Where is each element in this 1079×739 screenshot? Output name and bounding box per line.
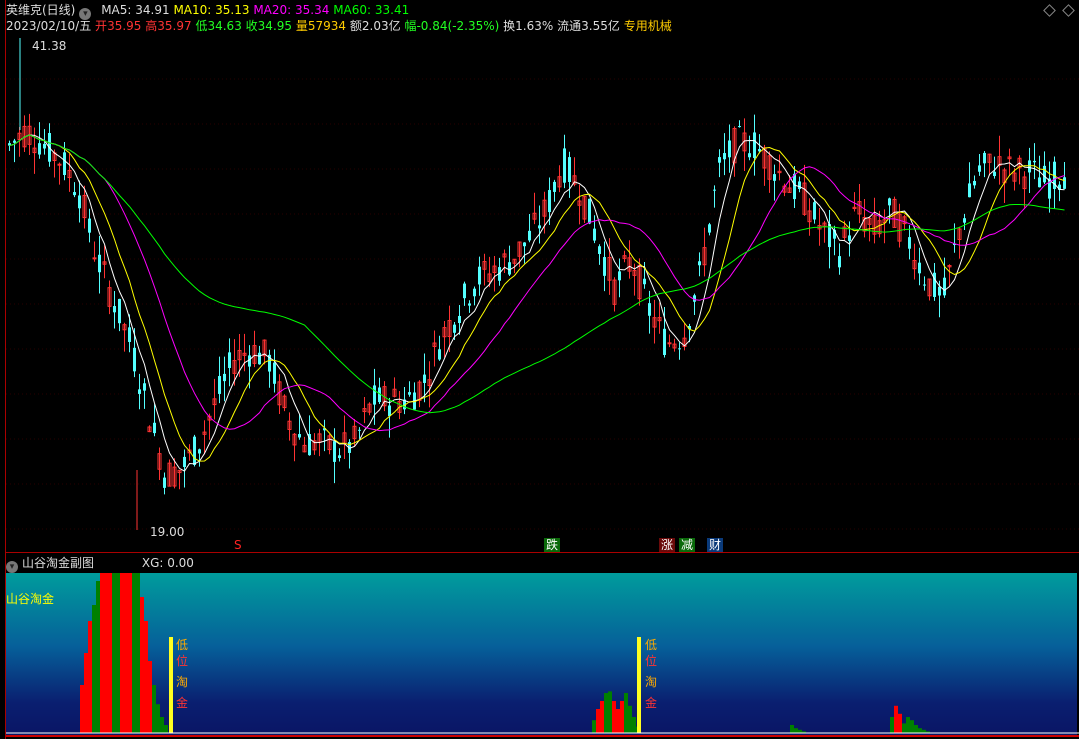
signal-text-2: 低位淘金: [645, 637, 657, 711]
histogram-bar: [608, 691, 612, 733]
histogram-bar: [120, 573, 124, 733]
histogram-bar: [100, 573, 104, 733]
signal-char: 淘: [645, 675, 658, 689]
histogram-bar: [136, 573, 140, 733]
histogram-bar: [92, 605, 96, 733]
histogram-bar: [890, 717, 894, 733]
histogram-bar: [160, 717, 164, 733]
histogram-bar: [596, 709, 600, 733]
signal-char: 低: [176, 638, 189, 652]
signal-char: 位: [645, 654, 658, 668]
histogram-bar: [910, 720, 914, 733]
histogram-bar: [108, 573, 112, 733]
signal-char: 金: [645, 696, 658, 710]
histogram-bar: [84, 653, 88, 733]
histogram-bar: [124, 573, 128, 733]
histogram-bar: [628, 705, 632, 733]
histogram-bar: [132, 573, 136, 733]
histogram-bar: [620, 701, 624, 733]
histogram-bar: [616, 709, 620, 733]
histogram-bar: [88, 621, 92, 733]
histogram-bar: [898, 713, 902, 733]
histogram-bar: [612, 701, 616, 733]
histogram-bar: [632, 717, 636, 733]
histogram-bar: [156, 704, 160, 733]
signal-bar: [169, 637, 173, 733]
signal-text-1: 低位淘金: [176, 637, 188, 711]
histogram-bar: [894, 705, 898, 733]
sub-chart-label: 山谷淘金: [6, 592, 55, 606]
signal-bar: [637, 637, 641, 733]
histogram-bar: [104, 573, 108, 733]
histogram-bar: [140, 597, 144, 733]
histogram-bar: [152, 685, 156, 733]
histogram-bar: [148, 661, 152, 733]
valley-gold-histogram: [6, 573, 1079, 737]
signal-char: 低: [645, 638, 658, 652]
histogram-bar: [592, 720, 596, 733]
histogram-bar: [624, 693, 628, 733]
histogram-bar: [914, 725, 918, 733]
histogram-bar: [794, 728, 798, 733]
histogram-bar: [902, 723, 906, 733]
signal-char: 金: [176, 696, 189, 710]
histogram-bar: [96, 581, 100, 733]
histogram-bar: [604, 693, 608, 733]
histogram-bar: [128, 573, 132, 733]
histogram-bar: [80, 685, 84, 733]
histogram-bar: [164, 725, 168, 733]
histogram-bar: [600, 701, 604, 733]
histogram-bar: [112, 573, 116, 733]
histogram-bar: [906, 717, 910, 733]
signal-char: 淘: [176, 675, 189, 689]
histogram-bar: [116, 573, 120, 733]
histogram-bar: [144, 621, 148, 733]
signal-char: 位: [176, 654, 189, 668]
histogram-bar: [918, 728, 922, 733]
histogram-bar: [790, 725, 794, 733]
